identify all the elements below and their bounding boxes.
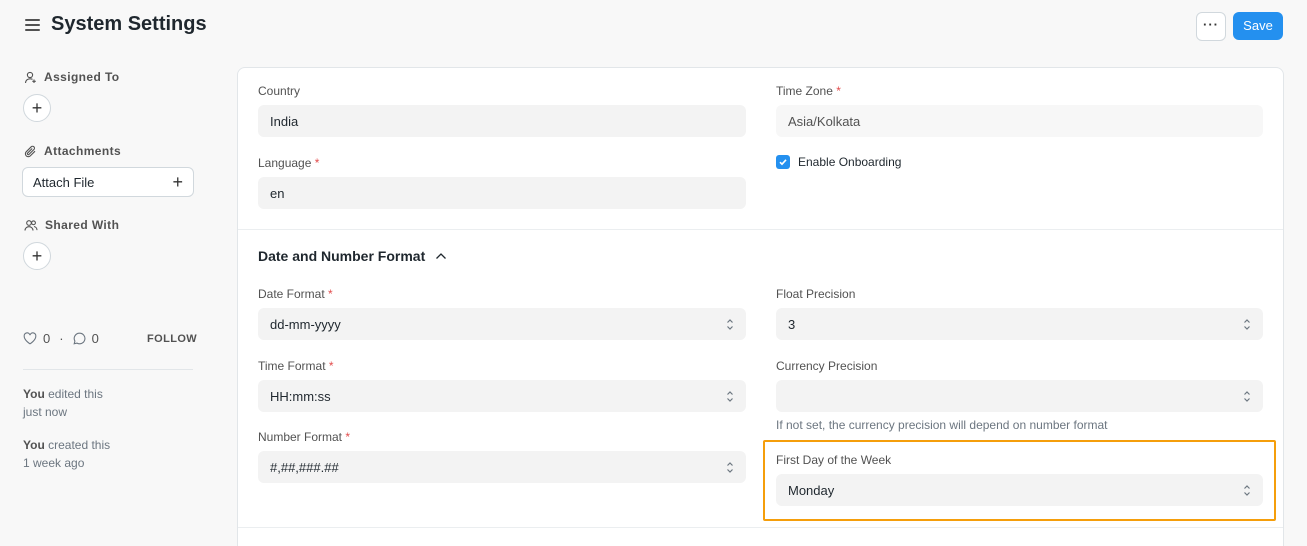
activity-actor: You <box>23 387 45 401</box>
enable-onboarding-label: Enable Onboarding <box>798 155 902 169</box>
date-format-label: Date Format * <box>258 287 333 301</box>
plus-icon: + <box>31 98 43 118</box>
sidebar-divider <box>23 369 193 370</box>
user-icon <box>24 71 36 83</box>
paperclip-icon <box>24 145 36 157</box>
activity-time: just now <box>23 405 68 419</box>
activity-time: 1 week ago <box>23 456 85 470</box>
menu-icon[interactable] <box>25 19 40 32</box>
language-label: Language * <box>258 156 320 170</box>
enable-onboarding-checkbox[interactable] <box>776 155 790 169</box>
required-marker: * <box>836 84 841 98</box>
required-marker: * <box>328 287 333 301</box>
like-count: 0 <box>43 331 51 346</box>
activity-action: edited this <box>44 387 103 401</box>
users-icon <box>24 219 38 231</box>
activity-item: You created this 1 week ago <box>23 436 110 472</box>
currency-precision-select[interactable] <box>776 380 1263 412</box>
date-format-select[interactable]: dd-mm-yyyy <box>258 308 746 340</box>
attachments-section: Attachments <box>24 144 121 158</box>
section-divider <box>238 527 1283 528</box>
check-icon <box>779 159 787 166</box>
language-field[interactable]: en <box>258 177 746 209</box>
time-format-select[interactable]: HH:mm:ss <box>258 380 746 412</box>
time-format-value: HH:mm:ss <box>270 388 331 404</box>
select-arrows-icon <box>727 461 733 473</box>
activity-action: created this <box>44 438 111 452</box>
chevron-up-icon <box>436 253 447 259</box>
attach-file-button[interactable]: Attach File + <box>22 167 194 197</box>
section-title: Date and Number Format <box>258 248 426 264</box>
number-format-label: Number Format * <box>258 430 351 444</box>
select-arrows-icon <box>1244 484 1250 496</box>
select-arrows-icon <box>1244 318 1250 330</box>
required-marker: * <box>314 156 320 170</box>
select-arrows-icon <box>727 318 733 330</box>
plus-icon: + <box>172 171 183 192</box>
first-day-select[interactable]: Monday <box>776 474 1263 506</box>
date-number-format-section-header[interactable]: Date and Number Format <box>258 248 447 264</box>
first-day-value: Monday <box>788 482 835 498</box>
language-value: en <box>270 185 285 201</box>
currency-precision-help: If not set, the currency precision will … <box>776 418 1108 432</box>
time-zone-value: Asia/Kolkata <box>788 113 861 129</box>
engagement-stats: 0 · 0 <box>23 331 99 346</box>
required-marker: * <box>328 359 334 373</box>
more-actions-button[interactable]: ··· <box>1196 12 1226 41</box>
required-marker: * <box>345 430 351 444</box>
currency-precision-label: Currency Precision <box>776 359 878 373</box>
heart-icon[interactable] <box>23 332 37 345</box>
float-precision-select[interactable]: 3 <box>776 308 1263 340</box>
plus-icon: + <box>31 246 43 266</box>
country-value: India <box>270 113 299 129</box>
float-precision-value: 3 <box>788 316 796 332</box>
dot-separator: · <box>59 331 64 346</box>
add-share-button[interactable]: + <box>23 242 51 270</box>
activity-actor: You <box>23 438 45 452</box>
save-button[interactable]: Save <box>1233 12 1283 40</box>
country-field[interactable]: India <box>258 105 746 137</box>
add-assignee-button[interactable]: + <box>23 94 51 122</box>
assigned-to-section: Assigned To <box>24 70 120 84</box>
assigned-to-label: Assigned To <box>44 70 120 84</box>
comment-count: 0 <box>91 331 99 346</box>
attach-file-label: Attach File <box>33 174 95 190</box>
shared-with-label: Shared With <box>45 218 120 232</box>
page-title: System Settings <box>51 13 207 35</box>
time-format-label: Time Format * <box>258 359 334 373</box>
date-format-value: dd-mm-yyyy <box>270 316 341 332</box>
select-arrows-icon <box>1244 390 1250 402</box>
attachments-label: Attachments <box>44 144 122 158</box>
shared-with-section: Shared With <box>24 218 119 232</box>
first-day-label: First Day of the Week <box>776 453 892 467</box>
follow-button[interactable]: FOLLOW <box>147 333 197 345</box>
activity-item: You edited this just now <box>23 385 103 421</box>
country-label: Country <box>258 84 301 98</box>
number-format-select[interactable]: #,##,###.## <box>258 451 746 483</box>
section-divider <box>238 229 1283 230</box>
number-format-value: #,##,###.## <box>270 459 339 475</box>
time-zone-field[interactable]: Asia/Kolkata <box>776 105 1263 137</box>
select-arrows-icon <box>727 390 733 402</box>
float-precision-label: Float Precision <box>776 287 856 301</box>
comment-icon[interactable] <box>73 332 86 345</box>
time-zone-label: Time Zone * <box>776 84 841 98</box>
